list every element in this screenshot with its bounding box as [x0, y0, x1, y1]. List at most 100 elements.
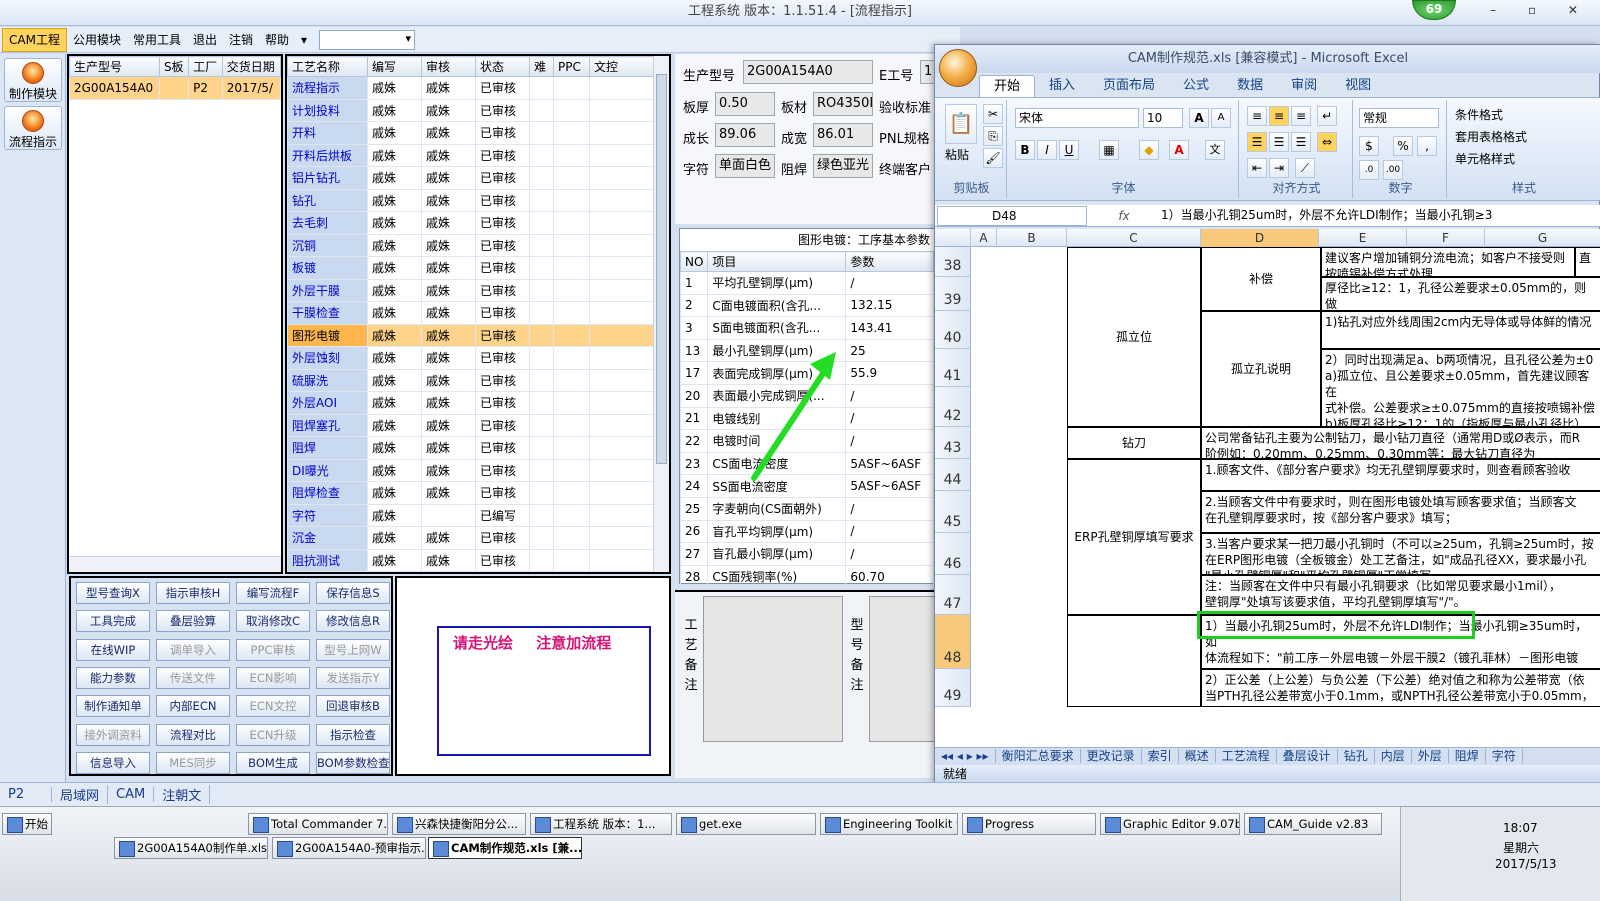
- orders-header[interactable]: 生产型号: [69, 56, 160, 77]
- sheet-tab[interactable]: 阻焊: [1448, 749, 1486, 763]
- plant-select[interactable]: P2: [0, 787, 52, 802]
- orders-hscrollbar[interactable]: [69, 556, 281, 572]
- taskbar-button[interactable]: 兴森快捷衡阳分公...: [392, 813, 526, 835]
- shrink-font-icon[interactable]: A: [1211, 108, 1231, 128]
- table-row[interactable]: 字符 戚姝 已编写: [287, 503, 669, 527]
- action-button[interactable]: 指示检查: [316, 723, 390, 746]
- menu-overflow-icon[interactable]: ▾: [295, 29, 313, 51]
- action-button[interactable]: 在线WIP: [76, 638, 150, 661]
- model-remark-field[interactable]: [869, 596, 937, 742]
- params-header[interactable]: NO: [679, 251, 709, 272]
- action-button[interactable]: 信息导入: [76, 751, 150, 774]
- table-row[interactable]: 开料 戚姝 戚姝 已审核: [287, 121, 669, 145]
- row-header[interactable]: 38: [935, 247, 971, 277]
- sheet-cell[interactable]: 孤立孔说明: [1201, 311, 1321, 427]
- currency-icon[interactable]: $: [1359, 136, 1379, 156]
- row-header[interactable]: 41: [935, 349, 971, 387]
- menu-tools[interactable]: 常用工具: [127, 29, 187, 51]
- process-header[interactable]: 工艺名称: [287, 56, 368, 77]
- action-button[interactable]: 能力参数: [76, 666, 150, 689]
- action-button[interactable]: 流程对比: [156, 723, 230, 746]
- model-field[interactable]: 2G00A154A0: [743, 60, 873, 84]
- action-button[interactable]: 发送指示Y: [316, 666, 390, 689]
- table-row[interactable]: 钻孔 戚姝 戚姝 已审核: [287, 188, 669, 212]
- process-guide-button[interactable]: 流程指示: [4, 106, 62, 150]
- thick-field[interactable]: 0.50: [715, 92, 775, 116]
- table-row[interactable]: 流程指示 戚姝 戚姝 已审核: [287, 76, 669, 100]
- cell-style-button[interactable]: 单元格样式: [1455, 150, 1515, 167]
- table-row[interactable]: 计划投料 戚姝 戚姝 已审核: [287, 98, 669, 122]
- sheet-nav-icon[interactable]: ◂◂ ◂ ▸ ▸▸: [935, 749, 996, 763]
- action-button[interactable]: 编写流程F: [236, 582, 310, 604]
- table-row[interactable]: 沉金 戚姝 戚姝 已审核: [287, 526, 669, 550]
- column-header[interactable]: F: [1407, 229, 1485, 247]
- spreadsheet-grid[interactable]: 38 39 40 41 42 43 44 45 46 47 48 49 孤立位 补偿 建议客户增加铺铜分流电…: [935, 247, 1600, 747]
- bold-icon[interactable]: B: [1015, 140, 1035, 160]
- ribbon-tab[interactable]: 审阅: [1277, 75, 1331, 97]
- action-button[interactable]: 型号上网W: [316, 638, 390, 661]
- row-header[interactable]: 39: [935, 277, 971, 311]
- ribbon-tab[interactable]: 视图: [1331, 75, 1385, 97]
- len-field[interactable]: 89.06: [715, 123, 775, 147]
- italic-icon[interactable]: I: [1037, 140, 1057, 160]
- mask-field[interactable]: 绿色亚光: [813, 154, 873, 178]
- action-button[interactable]: ECN升级: [236, 723, 310, 746]
- column-header[interactable]: B: [997, 229, 1067, 247]
- menu-cam[interactable]: CAM工程: [2, 27, 67, 52]
- action-button[interactable]: 接外调资料: [76, 723, 150, 746]
- orders-header[interactable]: 交货日期: [221, 56, 281, 77]
- action-button[interactable]: 指示审核H: [156, 582, 230, 604]
- taskbar-button[interactable]: CAM_Guide v2.83: [1244, 813, 1382, 835]
- action-button[interactable]: PPC审核: [236, 638, 310, 661]
- grow-font-icon[interactable]: A: [1189, 108, 1209, 128]
- table-row[interactable]: 2G00A154A0 P2 2017/5/: [69, 76, 281, 100]
- action-button[interactable]: 叠层验算: [156, 610, 230, 633]
- table-row[interactable]: 阻抗测试 戚姝 戚姝 已审核: [287, 548, 669, 572]
- office-button-icon[interactable]: [939, 49, 977, 87]
- sheet-tab[interactable]: 概述: [1178, 749, 1216, 763]
- sheet-cell[interactable]: 孤立位: [1067, 247, 1201, 427]
- sheet-cell[interactable]: 1）当最小孔铜25um时，外层不允许LDI制作；当最小孔铜≥35um时，如 体流程…: [1201, 615, 1600, 669]
- action-button[interactable]: BOM生成: [236, 751, 310, 774]
- orientation-icon[interactable]: ⟋: [1295, 158, 1315, 178]
- action-button[interactable]: 传送文件: [156, 666, 230, 689]
- table-row[interactable]: 阻焊塞孔 戚姝 戚姝 已审核: [287, 413, 669, 437]
- action-button[interactable]: 工具完成: [76, 610, 150, 633]
- indent-decrease-icon[interactable]: ⇤: [1247, 158, 1267, 178]
- menu-logout[interactable]: 注销: [223, 29, 259, 51]
- taskbar-button[interactable]: Engineering Toolkit 9....: [820, 813, 958, 835]
- table-row[interactable]: 25 字麦朝向(CS面朝外) /: [679, 496, 934, 521]
- align-middle-icon[interactable]: ≡: [1269, 106, 1289, 126]
- proc-remark-field[interactable]: [703, 596, 843, 742]
- paste-icon[interactable]: 📋: [945, 104, 977, 144]
- ribbon-tab[interactable]: 页面布局: [1089, 75, 1169, 97]
- bottom-item-cam[interactable]: CAM: [108, 787, 155, 802]
- action-button[interactable]: 内部ECN: [156, 695, 230, 718]
- table-format-button[interactable]: 套用表格格式: [1455, 128, 1527, 145]
- table-row[interactable]: 阻焊检查 戚姝 戚姝 已审核: [287, 481, 669, 505]
- number-format-select[interactable]: 常规: [1359, 108, 1439, 128]
- row-header[interactable]: 46: [935, 533, 971, 575]
- action-button[interactable]: 回退审核B: [316, 695, 390, 718]
- merge-cells-icon[interactable]: ⇔: [1317, 132, 1337, 152]
- sheet-tab[interactable]: 更改记录: [1080, 749, 1142, 763]
- menu-exit[interactable]: 退出: [187, 29, 223, 51]
- fill-color-icon[interactable]: ◆: [1139, 140, 1159, 160]
- table-row[interactable]: 硫脲洗 戚姝 戚姝 已审核: [287, 368, 669, 392]
- percent-icon[interactable]: %: [1393, 136, 1413, 156]
- mat-field[interactable]: RO4350B: [813, 92, 873, 116]
- sheet-tab[interactable]: 叠层设计: [1276, 749, 1338, 763]
- wid-field[interactable]: 86.01: [813, 123, 873, 147]
- ribbon-tab[interactable]: 数据: [1223, 75, 1277, 97]
- taskbar-button[interactable]: get.exe: [676, 813, 816, 835]
- column-header[interactable]: G: [1485, 229, 1600, 247]
- process-vscrollbar[interactable]: [653, 56, 669, 572]
- table-row[interactable]: DI曝光 戚姝 戚姝 已审核: [287, 458, 669, 482]
- sheet-cell[interactable]: 钻刀: [1067, 427, 1201, 459]
- font-color-icon[interactable]: A: [1169, 140, 1189, 160]
- sheet-cell[interactable]: 注：当顾客在文件中只有最小孔铜要求（比如常见要求最小1mil）， 壁铜厚"处填写该…: [1201, 575, 1600, 615]
- sheet-cell[interactable]: 厚径比≥12：1，孔径公差要求±0.05mm的，则做: [1321, 277, 1600, 311]
- table-row[interactable]: 2 C面电镀面积(含孔... 132.15: [679, 293, 934, 318]
- table-row[interactable]: 外层AOI 戚姝 戚姝 已审核: [287, 391, 669, 415]
- taskbar-button[interactable]: 2G00A154A0制作单.xls ...: [114, 837, 268, 859]
